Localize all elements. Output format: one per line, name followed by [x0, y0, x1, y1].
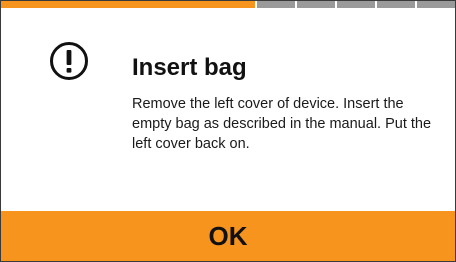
dialog-message: Remove the left cover of device. Insert … [132, 96, 432, 152]
progress-segment [255, 1, 295, 8]
progress-segment [295, 1, 335, 8]
progress-segment [415, 1, 455, 8]
ok-button[interactable]: OK [1, 211, 455, 261]
dialog-frame: Insert bag Remove the left cover of devi… [0, 0, 456, 262]
progress-segment [375, 1, 415, 8]
progress-segment-completed [1, 1, 255, 8]
dialog-title: Insert bag [132, 54, 247, 81]
step-progress-bar [1, 1, 455, 8]
progress-segment [335, 1, 375, 8]
exclamation-circle-icon [49, 41, 89, 81]
